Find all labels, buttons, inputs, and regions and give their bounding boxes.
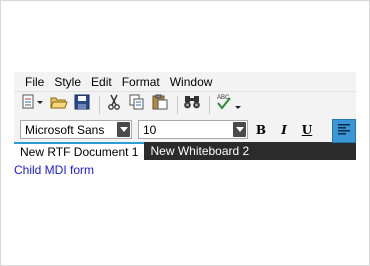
tab-whiteboard[interactable]: New Whiteboard 2 bbox=[144, 142, 255, 160]
new-document-button[interactable] bbox=[20, 94, 46, 115]
font-size-value: 10 bbox=[143, 122, 157, 137]
paste-button[interactable] bbox=[150, 94, 170, 115]
find-icon bbox=[183, 94, 201, 115]
align-left-icon bbox=[337, 122, 351, 140]
toolbar-separator bbox=[209, 95, 210, 114]
font-size-combo[interactable]: 10 bbox=[138, 120, 248, 139]
copy-icon bbox=[129, 94, 145, 115]
align-left-button[interactable] bbox=[332, 119, 356, 143]
mdi-app: File Style Edit Format Window ABC Micros… bbox=[14, 72, 356, 177]
menu-style[interactable]: Style bbox=[49, 75, 86, 89]
spell-check-button[interactable]: ABC bbox=[214, 95, 244, 115]
font-name-combo[interactable]: Microsoft Sans bbox=[20, 120, 132, 139]
standard-toolbar: ABC bbox=[14, 91, 356, 117]
bold-button[interactable]: B bbox=[251, 120, 271, 140]
save-icon bbox=[74, 94, 90, 115]
menu-window[interactable]: Window bbox=[165, 75, 218, 89]
underline-button[interactable]: U bbox=[297, 120, 317, 140]
cut-icon bbox=[106, 94, 122, 115]
chevron-down-icon[interactable] bbox=[117, 122, 130, 137]
menu-bar: File Style Edit Format Window bbox=[14, 72, 356, 91]
cut-button[interactable] bbox=[104, 94, 124, 115]
copy-button[interactable] bbox=[127, 94, 147, 115]
italic-button[interactable]: I bbox=[274, 120, 294, 140]
spell-check-icon: ABC bbox=[214, 92, 244, 117]
toolbar-separator bbox=[99, 95, 100, 114]
menu-edit[interactable]: Edit bbox=[86, 75, 117, 89]
menu-format[interactable]: Format bbox=[117, 75, 165, 89]
save-button[interactable] bbox=[72, 94, 92, 115]
open-button[interactable] bbox=[49, 95, 69, 115]
toolbar-separator bbox=[177, 95, 178, 114]
font-name-value: Microsoft Sans bbox=[25, 122, 105, 137]
chevron-down-icon[interactable] bbox=[233, 122, 246, 137]
format-toolbar: Microsoft Sans 10 B I U bbox=[14, 117, 356, 143]
new-document-icon bbox=[21, 94, 45, 115]
menu-file[interactable]: File bbox=[14, 75, 49, 89]
mdi-tab-strip: New RTF Document 1 New Whiteboard 2 bbox=[14, 142, 356, 160]
tab-rtf-document[interactable]: New RTF Document 1 bbox=[14, 142, 145, 160]
open-folder-icon bbox=[50, 94, 68, 115]
paste-icon bbox=[152, 94, 168, 115]
find-button[interactable] bbox=[182, 95, 202, 115]
child-form-label: Child MDI form bbox=[14, 163, 95, 177]
